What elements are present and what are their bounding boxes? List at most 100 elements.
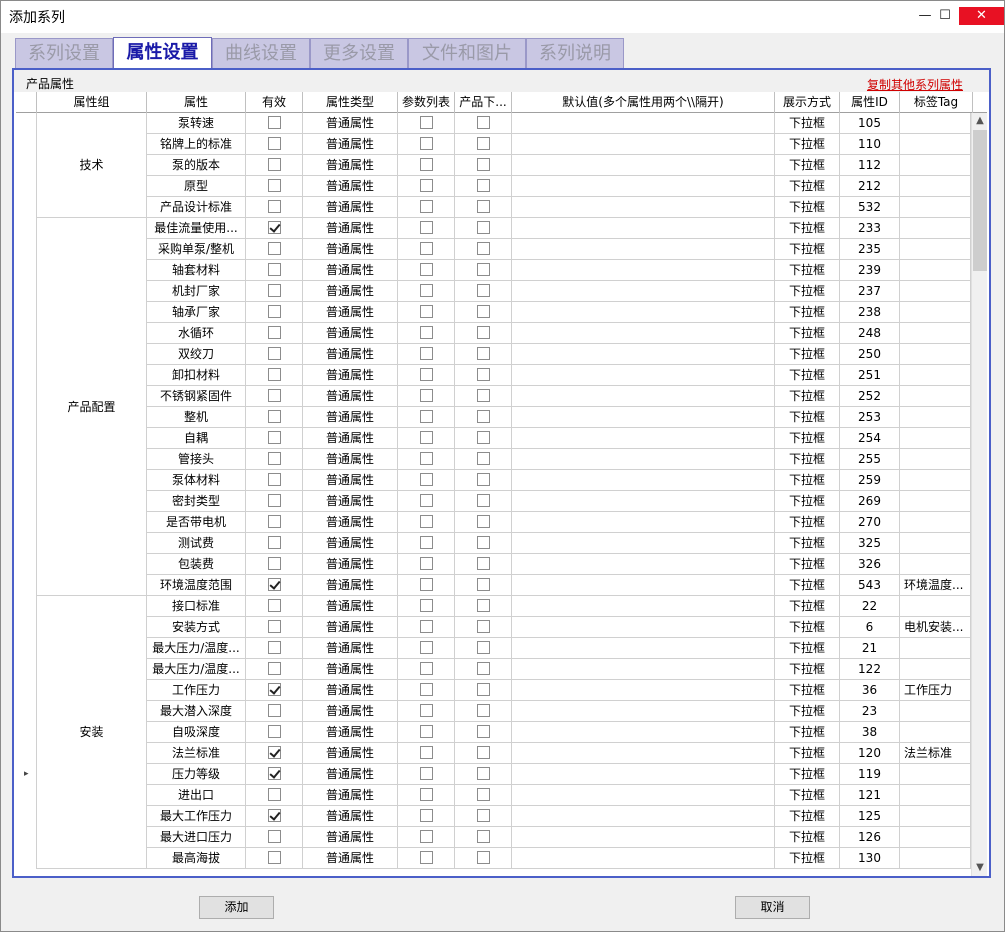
- cell-default[interactable]: [512, 575, 775, 596]
- param-checkbox[interactable]: [419, 304, 433, 318]
- cell-display[interactable]: 下拉框: [775, 428, 840, 449]
- cell-default[interactable]: [512, 197, 775, 218]
- cell-tag[interactable]: 法兰标准: [900, 743, 971, 764]
- cell-id[interactable]: 36: [840, 680, 900, 701]
- table-row[interactable]: 最佳流量使用... 普通属性 下拉框 233: [16, 218, 971, 239]
- cell-type[interactable]: 普通属性: [303, 260, 398, 281]
- cell-attr[interactable]: 最大压力/温度...: [147, 638, 246, 659]
- cell-default[interactable]: [512, 407, 775, 428]
- valid-checkbox[interactable]: [267, 703, 281, 717]
- param-checkbox[interactable]: [419, 808, 433, 822]
- cell-type[interactable]: 普通属性: [303, 848, 398, 869]
- prod-checkbox[interactable]: [476, 388, 490, 402]
- cell-attr[interactable]: 泵体材料: [147, 470, 246, 491]
- cell-attr[interactable]: 最佳流量使用...: [147, 218, 246, 239]
- cell-tag[interactable]: [900, 554, 971, 575]
- group-cell[interactable]: 产品配置: [37, 218, 147, 596]
- cell-type[interactable]: 普通属性: [303, 386, 398, 407]
- cell-attr[interactable]: 进出口: [147, 785, 246, 806]
- cell-attr[interactable]: 产品设计标准: [147, 197, 246, 218]
- cell-default[interactable]: [512, 638, 775, 659]
- tab-curve-settings[interactable]: 曲线设置: [212, 38, 310, 69]
- prod-checkbox[interactable]: [476, 115, 490, 129]
- cell-tag[interactable]: 环境温度...: [900, 575, 971, 596]
- valid-checkbox[interactable]: [267, 367, 281, 381]
- table-row[interactable]: 水循环 普通属性 下拉框 248: [16, 323, 971, 344]
- valid-checkbox[interactable]: [267, 829, 281, 843]
- cell-tag[interactable]: [900, 827, 971, 848]
- cell-tag[interactable]: [900, 134, 971, 155]
- cell-type[interactable]: 普通属性: [303, 197, 398, 218]
- cell-display[interactable]: 下拉框: [775, 218, 840, 239]
- cell-tag[interactable]: [900, 848, 971, 869]
- cell-attr[interactable]: 最大工作压力: [147, 806, 246, 827]
- valid-checkbox[interactable]: [267, 115, 281, 129]
- param-checkbox[interactable]: [419, 682, 433, 696]
- cell-display[interactable]: 下拉框: [775, 239, 840, 260]
- prod-checkbox[interactable]: [476, 451, 490, 465]
- cell-id[interactable]: 235: [840, 239, 900, 260]
- valid-checkbox[interactable]: [267, 556, 281, 570]
- cell-attr[interactable]: 最大潜入深度: [147, 701, 246, 722]
- close-icon[interactable]: ✕: [959, 7, 1004, 25]
- cell-tag[interactable]: [900, 806, 971, 827]
- cell-default[interactable]: [512, 449, 775, 470]
- cell-display[interactable]: 下拉框: [775, 449, 840, 470]
- prod-checkbox[interactable]: [476, 829, 490, 843]
- cell-id[interactable]: 269: [840, 491, 900, 512]
- cell-default[interactable]: [512, 701, 775, 722]
- table-row[interactable]: 进出口 普通属性 下拉框 121: [16, 785, 971, 806]
- cell-default[interactable]: [512, 827, 775, 848]
- cell-tag[interactable]: [900, 785, 971, 806]
- cell-id[interactable]: 110: [840, 134, 900, 155]
- cell-tag[interactable]: [900, 176, 971, 197]
- cell-tag[interactable]: [900, 596, 971, 617]
- cell-tag[interactable]: [900, 239, 971, 260]
- column-header-param-list[interactable]: 参数列表: [398, 92, 455, 113]
- cell-default[interactable]: [512, 470, 775, 491]
- cell-type[interactable]: 普通属性: [303, 218, 398, 239]
- param-checkbox[interactable]: [419, 766, 433, 780]
- cell-display[interactable]: 下拉框: [775, 659, 840, 680]
- cell-attr[interactable]: 测试费: [147, 533, 246, 554]
- table-row[interactable]: 最大压力/温度... 普通属性 下拉框 21: [16, 638, 971, 659]
- cell-attr[interactable]: 铭牌上的标准: [147, 134, 246, 155]
- table-row[interactable]: 轴承厂家 普通属性 下拉框 238: [16, 302, 971, 323]
- param-checkbox[interactable]: [419, 787, 433, 801]
- cell-id[interactable]: 325: [840, 533, 900, 554]
- cell-default[interactable]: [512, 785, 775, 806]
- cell-display[interactable]: 下拉框: [775, 407, 840, 428]
- cell-id[interactable]: 112: [840, 155, 900, 176]
- cell-display[interactable]: 下拉框: [775, 785, 840, 806]
- cell-default[interactable]: [512, 323, 775, 344]
- prod-checkbox[interactable]: [476, 703, 490, 717]
- param-checkbox[interactable]: [419, 598, 433, 612]
- cell-tag[interactable]: [900, 512, 971, 533]
- cell-default[interactable]: [512, 617, 775, 638]
- table-row[interactable]: 卸扣材料 普通属性 下拉框 251: [16, 365, 971, 386]
- cell-tag[interactable]: [900, 197, 971, 218]
- copy-attributes-link[interactable]: 复制其他系列属性: [867, 76, 963, 93]
- cell-display[interactable]: 下拉框: [775, 848, 840, 869]
- cell-display[interactable]: 下拉框: [775, 491, 840, 512]
- prod-checkbox[interactable]: [476, 598, 490, 612]
- prod-checkbox[interactable]: [476, 304, 490, 318]
- cell-type[interactable]: 普通属性: [303, 680, 398, 701]
- cell-id[interactable]: 38: [840, 722, 900, 743]
- param-checkbox[interactable]: [419, 367, 433, 381]
- cell-id[interactable]: 120: [840, 743, 900, 764]
- cell-attr[interactable]: 水循环: [147, 323, 246, 344]
- valid-checkbox[interactable]: [267, 430, 281, 444]
- valid-checkbox[interactable]: [267, 745, 281, 759]
- valid-checkbox[interactable]: [267, 472, 281, 486]
- cell-tag[interactable]: [900, 218, 971, 239]
- cell-type[interactable]: 普通属性: [303, 638, 398, 659]
- cell-type[interactable]: 普通属性: [303, 785, 398, 806]
- cell-default[interactable]: [512, 134, 775, 155]
- cell-tag[interactable]: [900, 323, 971, 344]
- cell-display[interactable]: 下拉框: [775, 260, 840, 281]
- valid-checkbox[interactable]: [267, 535, 281, 549]
- cell-type[interactable]: 普通属性: [303, 575, 398, 596]
- column-header-valid[interactable]: 有效: [246, 92, 303, 113]
- cell-display[interactable]: 下拉框: [775, 638, 840, 659]
